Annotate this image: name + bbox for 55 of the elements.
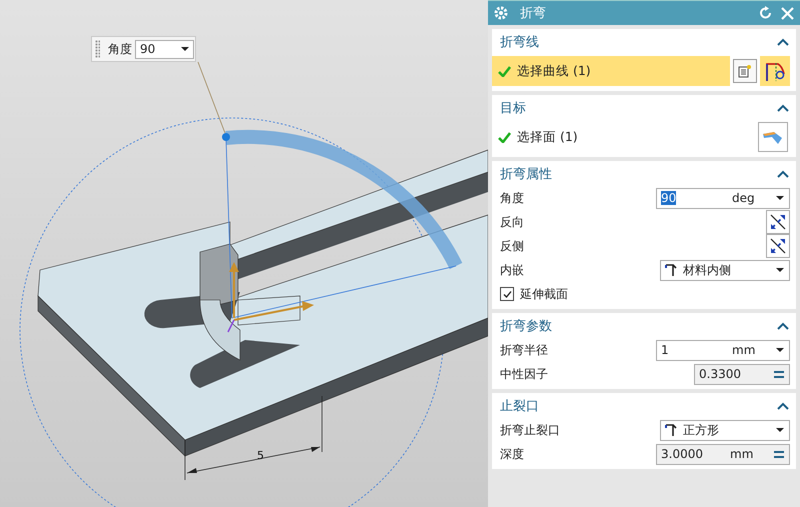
- flip-icon: [770, 238, 786, 254]
- close-icon[interactable]: [781, 6, 794, 20]
- formula-input[interactable]: 3.0000 mm: [656, 444, 790, 464]
- field-label: 深度: [500, 446, 525, 462]
- chevron-icon[interactable]: [777, 38, 789, 46]
- selection-row[interactable]: 选择面 (1): [492, 122, 758, 152]
- leader-line: [198, 62, 226, 134]
- section-title: 折弯属性: [500, 166, 552, 183]
- section-title: 止裂口: [500, 398, 539, 415]
- option-icon: [665, 263, 677, 277]
- formula-input[interactable]: 0.3300: [694, 364, 790, 384]
- dialog-title: 折弯: [520, 5, 547, 22]
- checkbox-label: 延伸截面: [520, 286, 568, 302]
- field-label: 折弯半径: [500, 342, 549, 358]
- option-icon: [665, 423, 677, 437]
- face-icon: [762, 129, 784, 145]
- chevron-icon[interactable]: [777, 402, 789, 410]
- gear-icon: [494, 6, 508, 20]
- equals-icon: [774, 450, 784, 458]
- reverse-button[interactable]: [766, 210, 790, 234]
- option-dropdown[interactable]: 正方形: [660, 420, 790, 440]
- section-title: 目标: [500, 100, 526, 117]
- chevron-icon[interactable]: [777, 170, 789, 178]
- chevron-icon[interactable]: [777, 104, 789, 112]
- section-title: 折弯线: [500, 34, 539, 51]
- curve-button[interactable]: [760, 56, 790, 86]
- face-button[interactable]: [758, 122, 788, 152]
- selection-label: 选择曲线 (1): [517, 62, 591, 80]
- checkmark-icon: [498, 66, 511, 76]
- dimension-value: 5: [257, 449, 264, 462]
- angle-select[interactable]: 90: [135, 40, 194, 58]
- checkmark-icon: [498, 132, 511, 142]
- value-input[interactable]: 90 deg: [656, 188, 790, 208]
- dropdown-arrow-icon: [181, 47, 189, 51]
- angle-label: 角度: [108, 40, 132, 58]
- chevron-icon[interactable]: [777, 322, 789, 330]
- grip-icon[interactable]: [95, 40, 100, 58]
- equals-icon: [774, 370, 784, 378]
- option-dropdown[interactable]: 材料内侧: [660, 260, 790, 280]
- checkmark-icon: [502, 288, 512, 300]
- field-label: 角度: [500, 190, 525, 206]
- checkbox[interactable]: [500, 287, 514, 301]
- field-label: 中性因子: [500, 366, 549, 382]
- flip-icon: [770, 214, 786, 230]
- value-input[interactable]: 1 mm: [656, 340, 790, 360]
- field-label: 反侧: [500, 238, 525, 254]
- reset-icon[interactable]: [759, 6, 773, 20]
- field-label: 折弯止裂口: [500, 422, 561, 438]
- curve-icon: [764, 60, 786, 82]
- field-label: 内嵌: [500, 262, 525, 278]
- selection-row[interactable]: 选择曲线 (1): [492, 56, 730, 86]
- section-title: 折弯参数: [500, 318, 552, 335]
- selection-label: 选择面 (1): [517, 128, 578, 146]
- field-label: 反向: [500, 214, 525, 230]
- reverse-button[interactable]: [766, 234, 790, 258]
